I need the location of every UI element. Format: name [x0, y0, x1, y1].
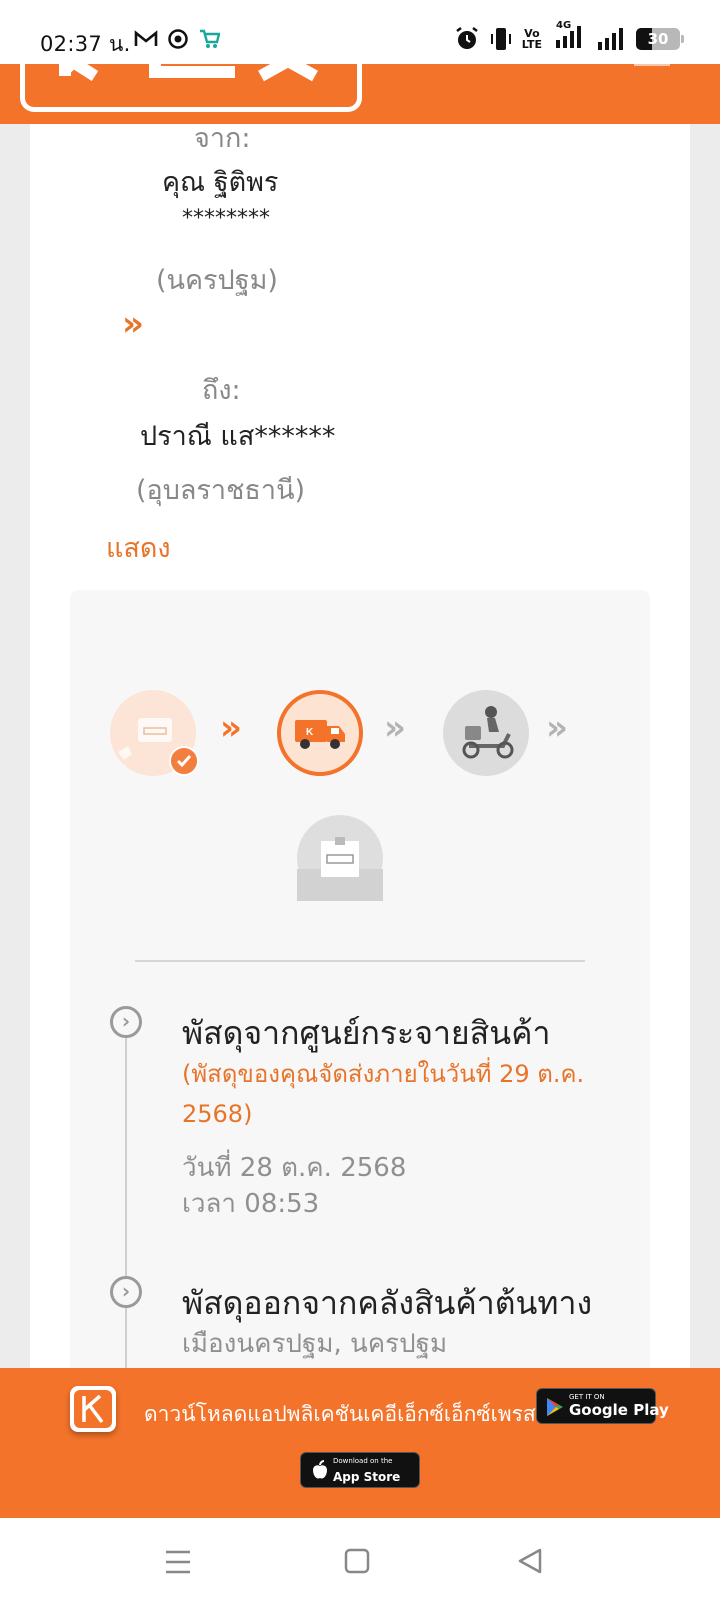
google-play-button[interactable]: GET IT ON Google Play: [536, 1388, 669, 1424]
event-chevron-icon[interactable]: ›: [110, 1276, 142, 1308]
system-icons: Vo LTE 4G 30: [454, 20, 684, 54]
sender-phone: ********: [182, 206, 270, 231]
chrome-icon: [168, 29, 188, 49]
section-divider: [135, 960, 585, 962]
home-square-icon: [344, 1548, 370, 1574]
gmail-icon: [134, 30, 158, 46]
header: [0, 56, 720, 124]
recent-apps-button[interactable]: [158, 1544, 198, 1580]
volte-indicator: Vo LTE: [522, 28, 542, 50]
download-banner: ดาวน์โหลดแอปพลิเคชันเคอีเอ็กซ์เอ็กซ์เพรส…: [0, 1368, 720, 1518]
timeline-line: [125, 1030, 127, 1390]
signal-icon-2: [598, 28, 623, 50]
delivered-box-icon: [297, 837, 383, 901]
step-picked-up: [110, 690, 199, 776]
back-button[interactable]: [512, 1544, 552, 1580]
status-time: 02:37 น.: [40, 32, 131, 56]
network-type: 4G: [556, 20, 572, 31]
sender-name: คุณ ฐิติพร: [162, 167, 279, 198]
event-title: พัสดุออกจากคลังสินค้าต้นทาง: [182, 1284, 593, 1322]
battery-icon: 30: [636, 28, 684, 50]
menu-icon: [166, 1550, 190, 1574]
step-delivered: [297, 815, 383, 901]
receiver-province: (อุบลราชธานี): [136, 475, 306, 506]
kex-app-icon[interactable]: [70, 1386, 116, 1432]
receiver-name: ปราณี แส******: [140, 421, 336, 452]
alarm-icon: [456, 27, 478, 49]
app-store-button[interactable]: Download on the App Store: [300, 1452, 420, 1488]
volte-bottom: LTE: [521, 38, 542, 51]
sender-province: (นครปฐม): [156, 265, 278, 296]
apple-icon: [313, 1460, 327, 1479]
svg-text:K: K: [306, 727, 314, 738]
vibrate-icon: [490, 28, 511, 50]
google-play-label: Google Play: [569, 1401, 669, 1419]
event-title: พัสดุจากศูนย์กระจายสินค้า: [182, 1014, 551, 1052]
play-store-icon: [547, 1398, 563, 1416]
step-in-transit: K: [277, 690, 363, 776]
show-link[interactable]: แสดง: [106, 526, 171, 569]
event-time: เวลา 08:53: [182, 1189, 320, 1219]
event-chevron-icon[interactable]: ›: [110, 1006, 142, 1038]
step-out-for-delivery: [443, 690, 529, 776]
event-location: เมืองนครปฐม, นครปฐม: [182, 1329, 448, 1359]
shop-icon: [200, 29, 220, 48]
step-chevron-icon: »: [220, 708, 242, 748]
banner-text: ดาวน์โหลดแอปพลิเคชันเคอีเอ็กซ์เอ็กซ์เพรส: [144, 1402, 536, 1426]
step-chevron-icon: »: [384, 708, 406, 748]
kex-logo[interactable]: [20, 56, 362, 112]
status-bar: 02:37 น. Vo LTE 4G 30: [0, 0, 720, 64]
app-store-label: App Store: [333, 1470, 401, 1484]
app-store-small: Download on the: [333, 1457, 393, 1465]
truck-icon: K: [295, 720, 345, 749]
event-date: วันที่ 28 ต.ค. 2568: [182, 1153, 407, 1183]
direction-chevron-icon: »: [122, 304, 144, 344]
tracking-panel: » K » » › พัสดุจากศูนย์กระจายสินค้า (พัส…: [70, 590, 650, 1390]
delivery-scooter-icon: [462, 706, 514, 759]
navigation-bar: [0, 1518, 720, 1604]
google-play-small: GET IT ON: [569, 1393, 605, 1401]
check-icon: [169, 746, 199, 776]
notification-icons: [134, 28, 220, 50]
home-button[interactable]: [338, 1544, 378, 1580]
header-divider: [634, 64, 670, 66]
back-triangle-icon: [518, 1548, 542, 1574]
battery-level: 30: [647, 30, 669, 48]
receiver-label: ถึง:: [202, 375, 241, 406]
step-chevron-icon: »: [546, 708, 568, 748]
event-note: (พัสดุของคุณจัดส่งภายในวันที่ 29 ต.ค. 25…: [182, 1060, 585, 1128]
